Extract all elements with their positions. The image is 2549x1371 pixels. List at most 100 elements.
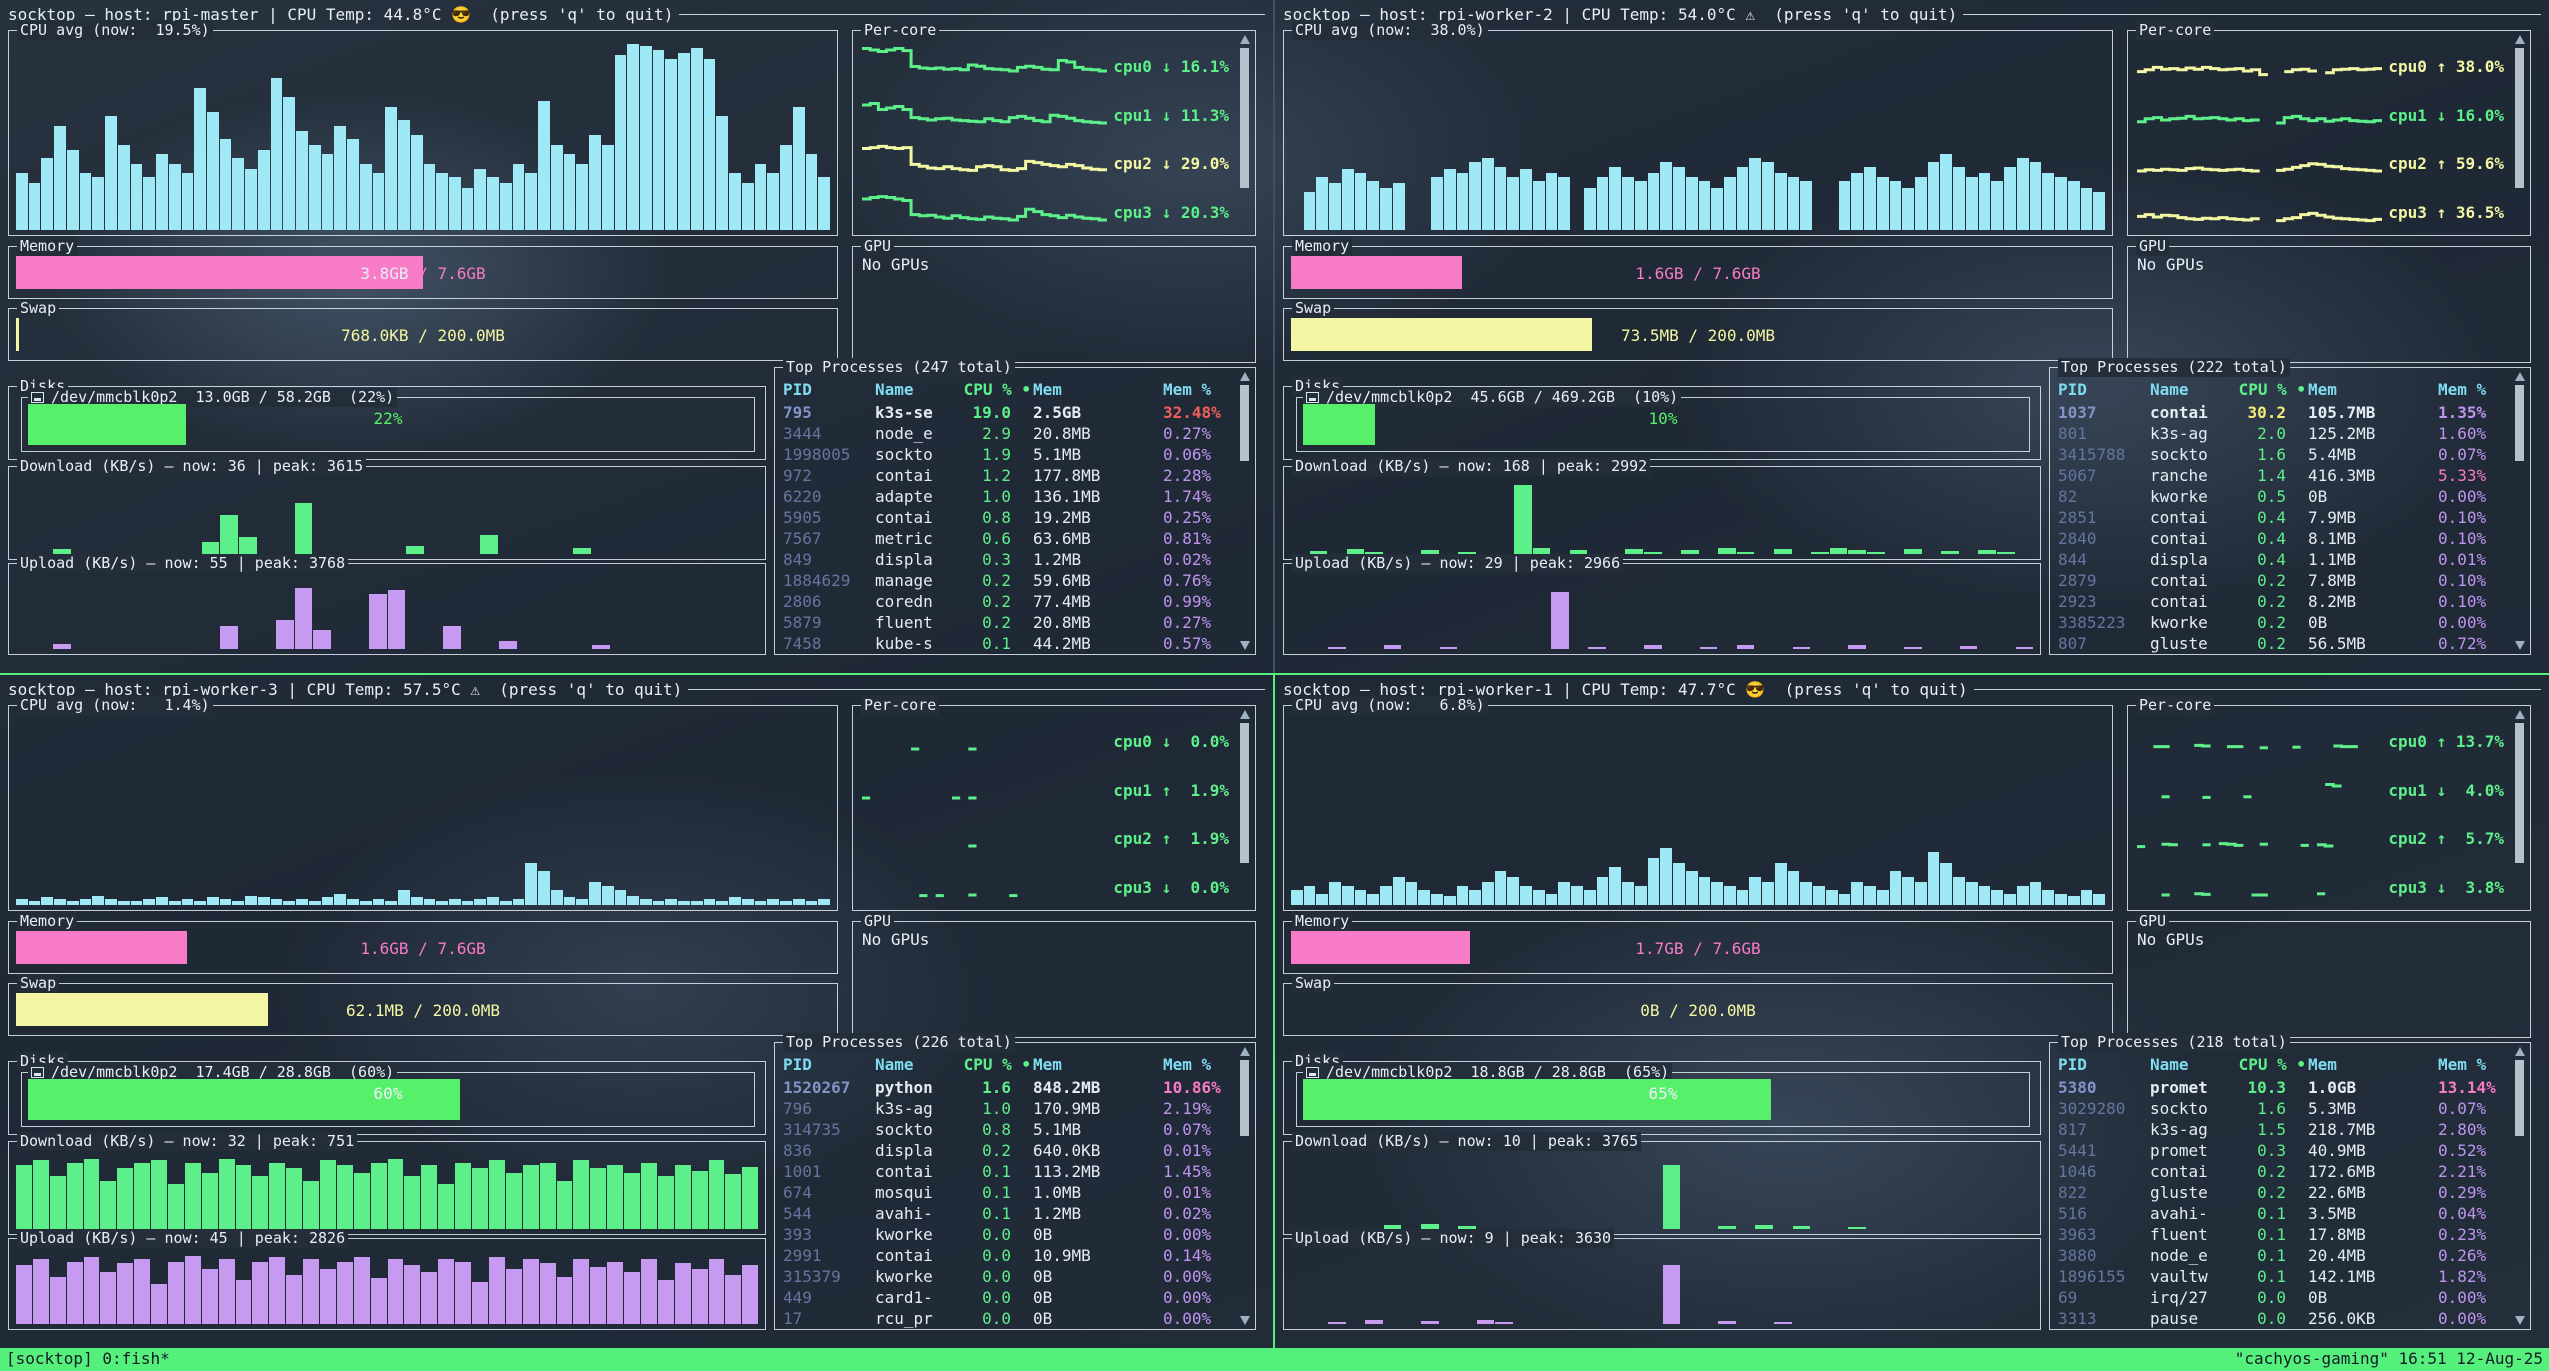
- per-core-scrollbar[interactable]: [1239, 710, 1251, 906]
- process-row[interactable]: 5380promet10.31.0GB13.14%: [2050, 1077, 2530, 1098]
- process-row[interactable]: 2840contai0.48.1MB0.10%: [2050, 528, 2530, 549]
- header-cpu-sort[interactable]: CPU % •: [2220, 1053, 2308, 1077]
- header-name[interactable]: Name: [2150, 1053, 2220, 1077]
- process-row[interactable]: 1884629manage0.259.6MB0.76%: [775, 570, 1255, 591]
- process-row[interactable]: 801k3s-ag2.0125.2MB1.60%: [2050, 423, 2530, 444]
- process-row[interactable]: 449card1-0.00B0.00%: [775, 1287, 1255, 1308]
- header-mem-percent[interactable]: Mem %: [1163, 378, 1235, 402]
- process-row[interactable]: 2991contai0.010.9MB0.14%: [775, 1245, 1255, 1266]
- process-row[interactable]: 3963fluent0.117.8MB0.23%: [2050, 1224, 2530, 1245]
- scrollbar-track[interactable]: [1240, 1060, 1249, 1312]
- process-scrollbar[interactable]: [1239, 372, 1251, 650]
- header-pid[interactable]: PID: [2058, 378, 2150, 402]
- scroll-up-icon[interactable]: [1240, 35, 1250, 44]
- process-row[interactable]: 5067ranche1.4416.3MB5.33%: [2050, 465, 2530, 486]
- process-row[interactable]: 844displa0.41.1MB0.01%: [2050, 549, 2530, 570]
- scrollbar-track[interactable]: [1240, 723, 1249, 903]
- process-row[interactable]: 393kworke0.00B0.00%: [775, 1224, 1255, 1245]
- header-mem[interactable]: Mem: [2308, 1053, 2438, 1077]
- header-mem-percent[interactable]: Mem %: [2438, 378, 2510, 402]
- per-core-scrollbar[interactable]: [2514, 35, 2526, 231]
- scrollbar-thumb[interactable]: [2515, 48, 2524, 188]
- scrollbar-track[interactable]: [1240, 385, 1249, 637]
- header-mem[interactable]: Mem: [2308, 378, 2438, 402]
- header-cpu-sort[interactable]: CPU % •: [2220, 378, 2308, 402]
- process-row[interactable]: 817k3s-ag1.5218.7MB2.80%: [2050, 1119, 2530, 1140]
- process-row[interactable]: 836displa0.2640.0KB0.01%: [775, 1140, 1255, 1161]
- scroll-up-icon[interactable]: [1240, 372, 1250, 381]
- scroll-up-icon[interactable]: [1240, 710, 1250, 719]
- process-row[interactable]: 1998005sockto1.95.1MB0.06%: [775, 444, 1255, 465]
- scrollbar-track[interactable]: [2515, 385, 2524, 637]
- pane-rpi-worker-1[interactable]: socktop — host: rpi-worker-1 | CPU Temp:…: [1275, 675, 2549, 1348]
- header-cpu-sort[interactable]: CPU % •: [945, 1053, 1033, 1077]
- process-row[interactable]: 82kworke0.50B0.00%: [2050, 486, 2530, 507]
- header-mem[interactable]: Mem: [1033, 378, 1163, 402]
- scrollbar-thumb[interactable]: [2515, 1060, 2524, 1136]
- scroll-up-icon[interactable]: [1240, 1047, 1250, 1056]
- process-row[interactable]: 1037contai30.2105.7MB1.35%: [2050, 402, 2530, 423]
- per-core-scrollbar[interactable]: [2514, 710, 2526, 906]
- header-name[interactable]: Name: [875, 378, 945, 402]
- process-row[interactable]: 2879contai0.27.8MB0.10%: [2050, 570, 2530, 591]
- scrollbar-thumb[interactable]: [2515, 723, 2524, 863]
- process-row[interactable]: 3415788sockto1.65.4MB0.07%: [2050, 444, 2530, 465]
- header-name[interactable]: Name: [2150, 378, 2220, 402]
- process-row[interactable]: 5905contai0.819.2MB0.25%: [775, 507, 1255, 528]
- scrollbar-thumb[interactable]: [2515, 385, 2524, 461]
- header-name[interactable]: Name: [875, 1053, 945, 1077]
- process-row[interactable]: 6220adapte1.0136.1MB1.74%: [775, 486, 1255, 507]
- pane-rpi-master[interactable]: socktop — host: rpi-master | CPU Temp: 4…: [0, 0, 1273, 673]
- process-row[interactable]: 3880node_e0.120.4MB0.26%: [2050, 1245, 2530, 1266]
- header-mem[interactable]: Mem: [1033, 1053, 1163, 1077]
- process-row[interactable]: 3444node_e2.920.8MB0.27%: [775, 423, 1255, 444]
- process-row[interactable]: 5441promet0.340.9MB0.52%: [2050, 1140, 2530, 1161]
- scrollbar-thumb[interactable]: [1240, 723, 1249, 863]
- process-row[interactable]: 3385223kworke0.20B0.00%: [2050, 612, 2530, 633]
- process-row[interactable]: 3029280sockto1.65.3MB0.07%: [2050, 1098, 2530, 1119]
- process-row[interactable]: 2806coredn0.277.4MB0.99%: [775, 591, 1255, 612]
- process-row[interactable]: 315379kworke0.00B0.00%: [775, 1266, 1255, 1287]
- scroll-down-icon[interactable]: [1240, 641, 1250, 650]
- process-row[interactable]: 849displa0.31.2MB0.02%: [775, 549, 1255, 570]
- tmux-window-label[interactable]: [socktop] 0:fish*: [6, 1348, 170, 1371]
- scrollbar-track[interactable]: [2515, 1060, 2524, 1312]
- process-scrollbar[interactable]: [1239, 1047, 1251, 1325]
- process-row[interactable]: 795k3s-se19.02.5GB32.48%: [775, 402, 1255, 423]
- header-mem-percent[interactable]: Mem %: [2438, 1053, 2510, 1077]
- process-scrollbar[interactable]: [2514, 372, 2526, 650]
- process-row[interactable]: 17rcu_pr0.00B0.00%: [775, 1308, 1255, 1329]
- process-row[interactable]: 516avahi-0.13.5MB0.04%: [2050, 1203, 2530, 1224]
- scrollbar-track[interactable]: [2515, 723, 2524, 903]
- process-row[interactable]: 2923contai0.28.2MB0.10%: [2050, 591, 2530, 612]
- scroll-down-icon[interactable]: [2515, 1316, 2525, 1325]
- process-row[interactable]: 314735sockto0.85.1MB0.07%: [775, 1119, 1255, 1140]
- header-mem-percent[interactable]: Mem %: [1163, 1053, 1235, 1077]
- header-pid[interactable]: PID: [783, 378, 875, 402]
- process-row[interactable]: 807gluste0.256.5MB0.72%: [2050, 633, 2530, 654]
- process-row[interactable]: 1896155vaultw0.1142.1MB1.82%: [2050, 1266, 2530, 1287]
- process-row[interactable]: 7567metric0.663.6MB0.81%: [775, 528, 1255, 549]
- process-row[interactable]: 3313pause0.0256.0KB0.00%: [2050, 1308, 2530, 1329]
- scroll-up-icon[interactable]: [2515, 710, 2525, 719]
- process-row[interactable]: 5879fluent0.220.8MB0.27%: [775, 612, 1255, 633]
- process-row[interactable]: 674mosqui0.11.0MB0.01%: [775, 1182, 1255, 1203]
- process-row[interactable]: 544avahi-0.11.2MB0.02%: [775, 1203, 1255, 1224]
- scrollbar-thumb[interactable]: [1240, 385, 1249, 461]
- process-row[interactable]: 796k3s-ag1.0170.9MB2.19%: [775, 1098, 1255, 1119]
- process-row[interactable]: 1520267python1.6848.2MB10.86%: [775, 1077, 1255, 1098]
- scrollbar-track[interactable]: [2515, 48, 2524, 228]
- per-core-scrollbar[interactable]: [1239, 35, 1251, 231]
- scrollbar-thumb[interactable]: [1240, 1060, 1249, 1136]
- process-row[interactable]: 7458kube-s0.144.2MB0.57%: [775, 633, 1255, 654]
- process-row[interactable]: 1001contai0.1113.2MB1.45%: [775, 1161, 1255, 1182]
- scrollbar-track[interactable]: [1240, 48, 1249, 228]
- scrollbar-thumb[interactable]: [1240, 48, 1249, 188]
- process-row[interactable]: 69irq/270.00B0.00%: [2050, 1287, 2530, 1308]
- pane-rpi-worker-3[interactable]: socktop — host: rpi-worker-3 | CPU Temp:…: [0, 675, 1273, 1348]
- header-cpu-sort[interactable]: CPU % •: [945, 378, 1033, 402]
- scroll-up-icon[interactable]: [2515, 35, 2525, 44]
- process-row[interactable]: 2851contai0.47.9MB0.10%: [2050, 507, 2530, 528]
- pane-rpi-worker-2[interactable]: socktop — host: rpi-worker-2 | CPU Temp:…: [1275, 0, 2549, 673]
- scroll-down-icon[interactable]: [1240, 1316, 1250, 1325]
